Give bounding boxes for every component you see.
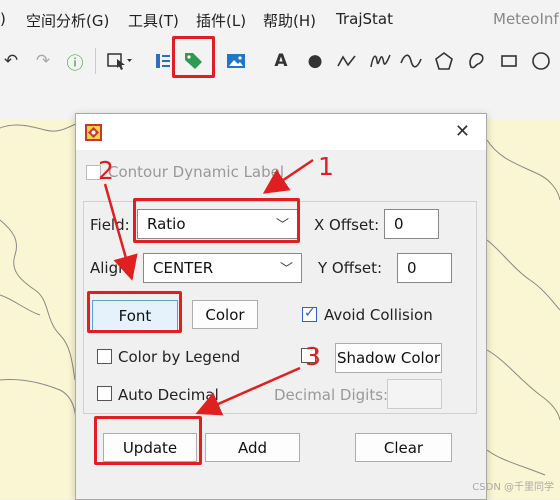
circle-icon[interactable] — [530, 50, 552, 72]
y-offset-label: Y Offset: — [318, 259, 383, 277]
x-offset-value: 0 — [394, 215, 404, 233]
dialog-title-bar: ✕ — [76, 114, 486, 150]
auto-decimal-checkbox[interactable] — [97, 386, 112, 401]
legend-icon[interactable] — [152, 50, 174, 72]
menu-item-trajstat[interactable]: TrajStat — [336, 10, 393, 28]
menu-item-partial[interactable]: ) — [0, 10, 6, 28]
curve-polygon-icon[interactable] — [466, 50, 488, 72]
decimal-digits-input[interactable] — [387, 379, 442, 409]
annotation-number-1: 1 — [318, 152, 334, 181]
add-button[interactable]: Add — [205, 433, 300, 462]
app-brand: MeteoInf — [493, 10, 559, 28]
align-select[interactable]: CENTER ﹀ — [143, 253, 302, 283]
image-icon[interactable] — [225, 50, 247, 72]
clear-button[interactable]: Clear — [355, 433, 452, 462]
x-offset-label: X Offset: — [314, 216, 380, 234]
toolbar-separator — [95, 48, 96, 74]
undo-icon[interactable]: ↶ — [0, 50, 22, 72]
menu-item-plugins[interactable]: 插件(L) — [196, 10, 246, 31]
annotation-box-field — [133, 198, 300, 243]
avoid-collision-label: Avoid Collision — [324, 306, 433, 324]
chevron-down-icon: ﹀ — [279, 262, 293, 277]
field-label: Field: — [90, 216, 130, 234]
annotation-number-3: 3 — [305, 342, 321, 371]
decimal-digits-label: Decimal Digits: — [274, 386, 389, 404]
color-by-legend-label: Color by Legend — [118, 348, 241, 366]
text-icon[interactable]: A — [270, 50, 292, 72]
annotation-number-2: 2 — [98, 156, 114, 185]
redo-icon[interactable]: ↷ — [32, 50, 54, 72]
annotation-box-label-tool — [172, 36, 215, 78]
rectangle-icon[interactable] — [498, 50, 520, 72]
x-offset-input[interactable]: 0 — [384, 209, 439, 239]
shadow-color-button[interactable]: Shadow Color — [335, 343, 442, 373]
annotation-box-font — [87, 291, 182, 333]
info-icon[interactable]: ⓘ — [64, 50, 86, 74]
app-icon — [85, 124, 102, 141]
polyline-icon[interactable] — [336, 50, 358, 72]
auto-decimal-label: Auto Decimal — [118, 386, 219, 404]
watermark: CSDN @千里同学 — [472, 482, 554, 493]
color-by-legend-checkbox[interactable] — [97, 349, 112, 364]
avoid-collision-checkbox[interactable] — [302, 305, 317, 322]
color-button[interactable]: Color — [192, 300, 258, 329]
align-select-value: CENTER — [153, 259, 214, 277]
menu-item-help[interactable]: 帮助(H) — [263, 10, 316, 31]
curve-icon[interactable] — [400, 50, 422, 72]
contour-dynamic-label-text: Contour Dynamic Label — [108, 163, 285, 181]
menu-item-tools[interactable]: 工具(T) — [128, 10, 179, 31]
y-offset-input[interactable]: 0 — [397, 253, 452, 283]
select-icon[interactable] — [105, 50, 135, 72]
annotation-box-update — [94, 416, 202, 465]
freehand-icon[interactable] — [369, 50, 391, 72]
polygon-icon[interactable] — [433, 50, 455, 72]
point-icon[interactable]: ● — [304, 50, 326, 72]
close-icon[interactable]: ✕ — [455, 121, 470, 142]
menu-bar: ) 空间分析(G) 工具(T) 插件(L) 帮助(H) TrajStat Met… — [0, 0, 560, 40]
y-offset-value: 0 — [407, 259, 417, 277]
menu-item-spatial-analysis[interactable]: 空间分析(G) — [26, 10, 109, 31]
align-label: Align: — [90, 259, 133, 277]
